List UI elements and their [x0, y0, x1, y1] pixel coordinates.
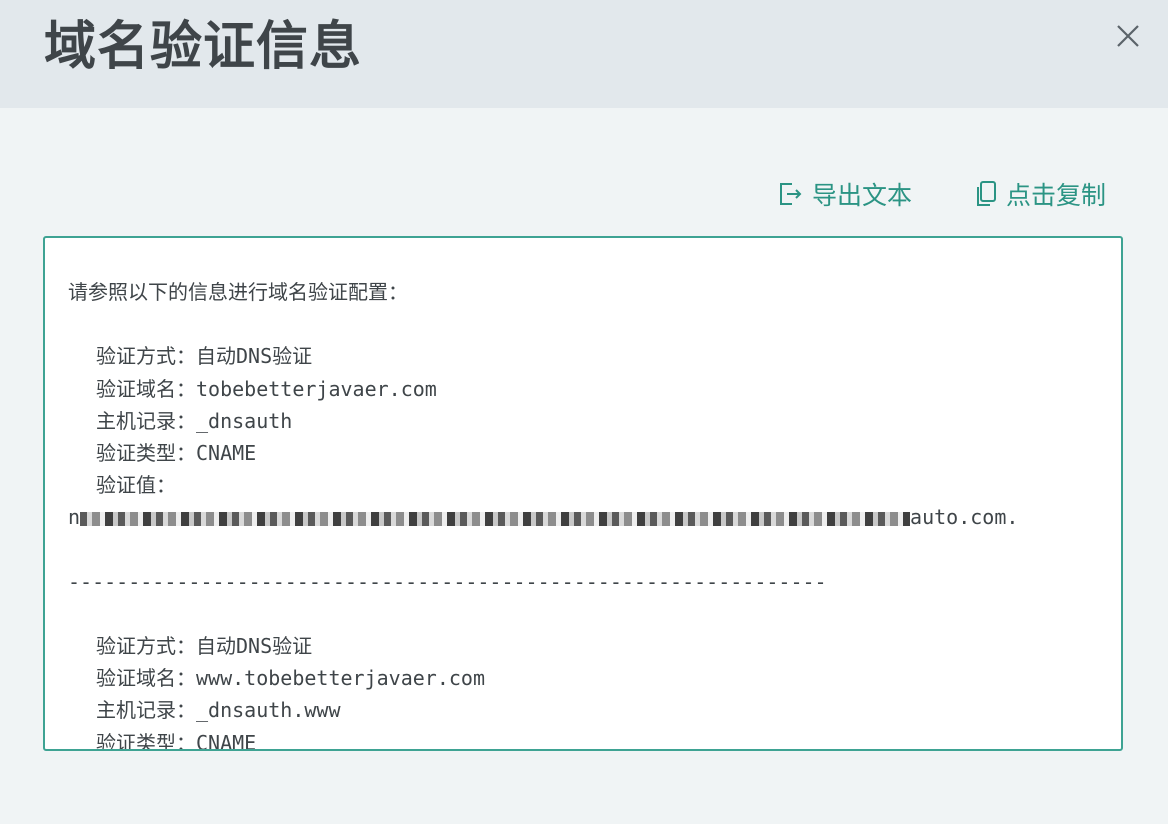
verification-text: 请参照以下的信息进行域名验证配置： 验证方式：自动DNS验证 验证域名：tobe…	[45, 238, 1121, 751]
verification-text-area[interactable]: 请参照以下的信息进行域名验证配置： 验证方式：自动DNS验证 验证域名：tobe…	[43, 236, 1123, 751]
export-text-label: 导出文本	[811, 181, 912, 210]
export-icon	[779, 183, 802, 205]
entry-host: 主机记录：_dnsauth	[96, 408, 293, 433]
copy-icon	[976, 181, 996, 206]
dialog-title: 域名验证信息	[44, 17, 363, 77]
entry-host: 主机记录：_dnsauth.www	[96, 698, 341, 723]
entry-domain: 验证域名：www.tobebetterjavaer.com	[96, 666, 485, 691]
separator-line: ----------------------------------------…	[68, 569, 827, 594]
entry-method: 验证方式：自动DNS验证	[96, 344, 313, 369]
close-icon	[1117, 25, 1139, 47]
copy-button[interactable]: 点击复制	[974, 176, 1106, 212]
dialog-header: 域名验证信息	[0, 0, 1168, 108]
close-button[interactable]	[1112, 20, 1144, 52]
copy-label: 点击复制	[1005, 181, 1106, 210]
entry-value-label: 验证值：	[96, 473, 176, 498]
export-text-button[interactable]: 导出文本	[778, 176, 912, 212]
entry-domain: 验证域名：tobebetterjavaer.com	[96, 376, 437, 401]
action-bar: 导出文本 点击复制	[778, 172, 1106, 216]
entry-method: 验证方式：自动DNS验证	[96, 634, 313, 659]
redacted-value	[80, 512, 911, 527]
entry-type: 验证类型：CNAME	[96, 440, 257, 465]
entry-value: n auto.com.	[68, 505, 1019, 530]
intro-text: 请参照以下的信息进行域名验证配置：	[68, 280, 408, 304]
entry-type: 验证类型：CNAME	[96, 730, 257, 751]
